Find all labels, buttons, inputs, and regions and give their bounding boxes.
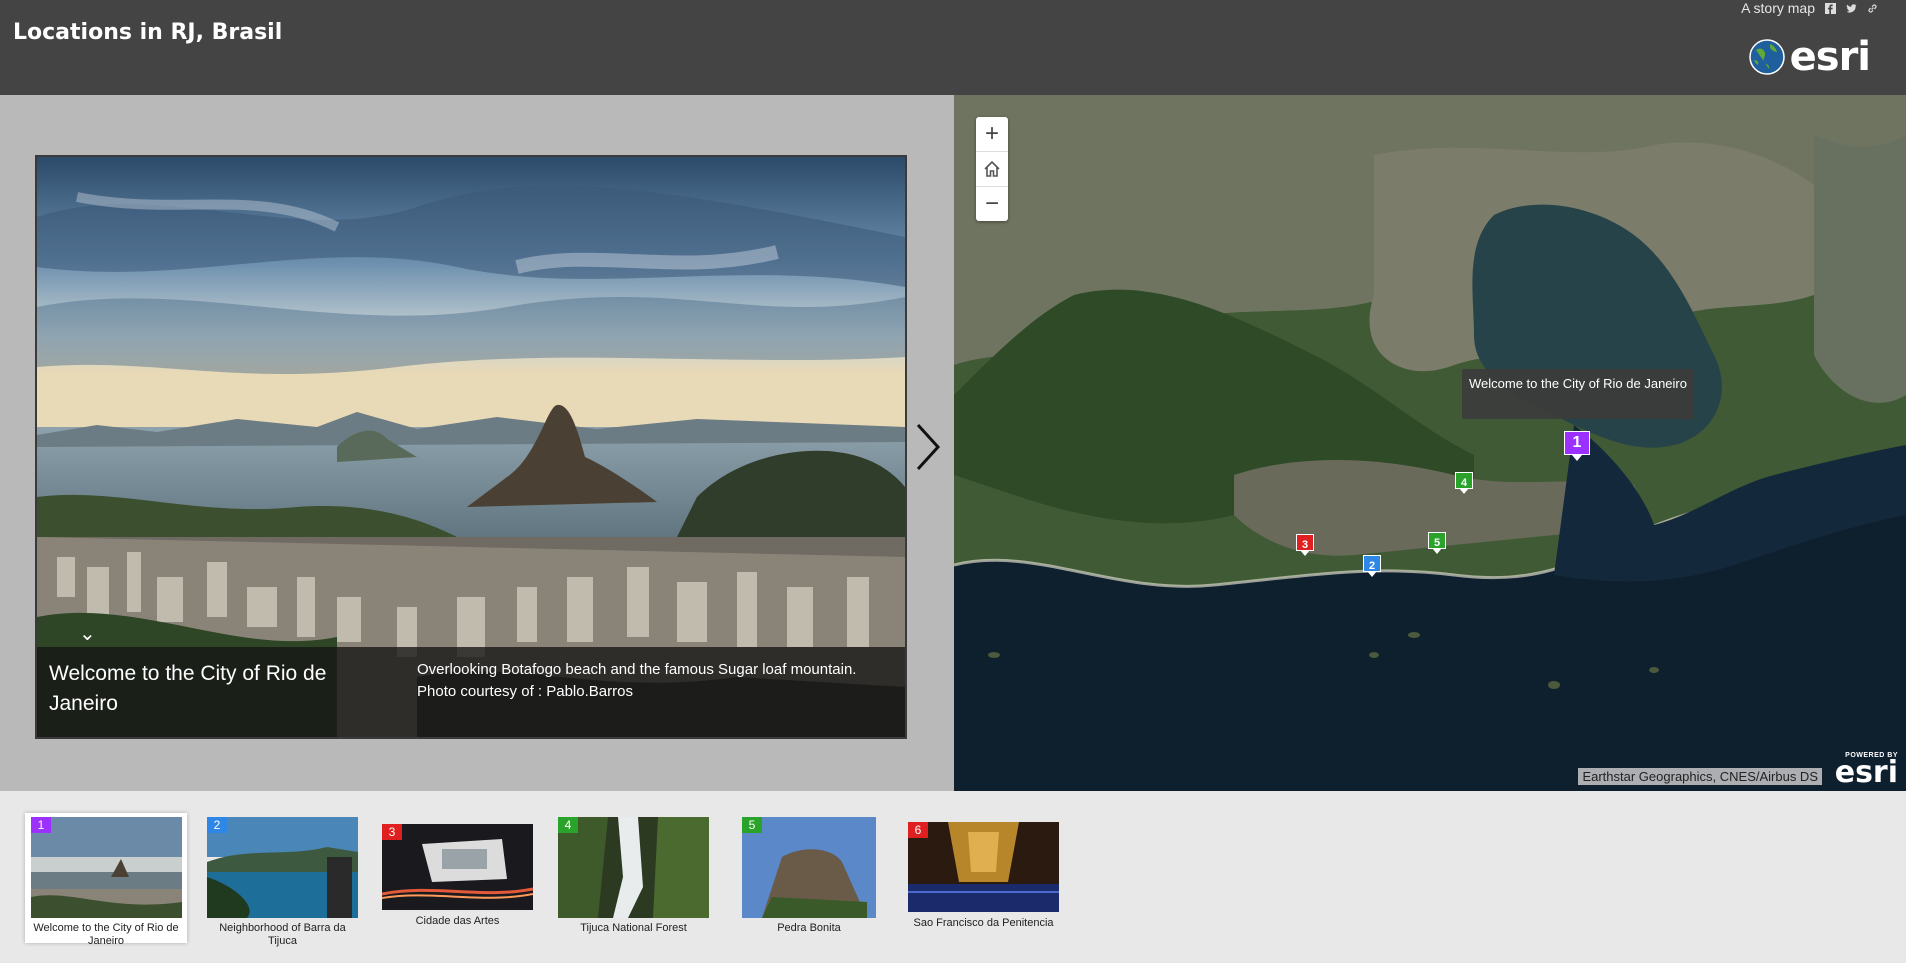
thumbnail-number-3: 3 — [382, 824, 402, 840]
map-pin-1-label: 1 — [1572, 434, 1582, 451]
thumbnail-label-6: Sao Francisco da Penitencia — [913, 917, 1054, 929]
globe-icon — [1748, 39, 1785, 75]
thumbnail-number-1: 1 — [31, 817, 51, 833]
map-pin-1[interactable]: 1 — [1564, 431, 1590, 461]
thumbnail-number-5: 5 — [742, 817, 762, 833]
thumbnail-item-2[interactable]: 2 Neighborhood of Barra da Tijuca — [207, 813, 358, 947]
home-button[interactable] — [976, 152, 1008, 187]
thumbnail-item-3[interactable]: 3 Cidade das Artes — [382, 813, 533, 943]
thumbnail-label-4: Tijuca National Forest — [580, 922, 687, 934]
zoom-controls: + − — [976, 117, 1008, 221]
zoom-out-button[interactable]: − — [976, 187, 1008, 221]
link-icon[interactable] — [1867, 3, 1878, 14]
caption-desc-line1: Overlooking Botafogo beach and the famou… — [417, 661, 857, 678]
esri-logo[interactable]: esri — [1748, 34, 1871, 80]
caption-title: Welcome to the City of Rio de Janeiro — [49, 662, 327, 715]
page-title: Locations in RJ, Brasil — [13, 20, 283, 45]
thumbnail-item-1[interactable]: 1 Welcome to the City of Rio de Janeiro — [25, 813, 187, 947]
main-photo: ⌄ Welcome to the City of Rio de Janeiro … — [35, 155, 907, 739]
thumbnail-image-5 — [742, 817, 876, 918]
map-pin-4[interactable]: 4 — [1455, 472, 1473, 494]
twitter-icon[interactable] — [1846, 3, 1857, 14]
thumbnail-image-3 — [382, 824, 533, 910]
map-pin-4-label: 4 — [1460, 477, 1468, 489]
thumbnail-item-4[interactable]: 4 Tijuca National Forest — [558, 813, 709, 943]
caption-description: Overlooking Botafogo beach and the famou… — [417, 659, 897, 703]
chevron-right-icon[interactable] — [910, 417, 946, 477]
map-tooltip: Welcome to the City of Rio de Janeiro — [1462, 369, 1694, 419]
storymap-links: A story map — [1741, 0, 1878, 16]
thumbnail-label-3: Cidade das Artes — [415, 915, 500, 927]
map-pin-2[interactable]: 2 — [1363, 555, 1381, 577]
powered-by-logo: esri — [1834, 755, 1898, 790]
chevron-down-icon[interactable]: ⌄ — [79, 621, 96, 646]
facebook-icon[interactable] — [1825, 2, 1836, 14]
zoom-in-button[interactable]: + — [976, 117, 1008, 152]
storymap-label[interactable]: A story map — [1741, 0, 1815, 16]
map-pin-5[interactable]: 5 — [1428, 532, 1446, 554]
media-panel: ⌄ Welcome to the City of Rio de Janeiro … — [0, 95, 954, 791]
thumbnail-number-4: 4 — [558, 817, 578, 833]
map-pin-2-label: 2 — [1368, 560, 1376, 572]
thumbnail-number-6: 6 — [908, 822, 928, 838]
thumbnail-label-2: Neighborhood of Barra da Tijuca — [219, 922, 346, 947]
thumbnail-image-1 — [31, 817, 182, 918]
caption-desc-line2: Photo courtesy of : Pablo.Barros — [417, 683, 633, 700]
thumbnail-item-6[interactable]: 6 Sao Francisco da Penitencia — [908, 813, 1059, 943]
satellite-basemap — [954, 95, 1906, 791]
esri-logo-text: esri — [1789, 34, 1871, 80]
header-bar: Locations in RJ, Brasil A story map esri — [0, 0, 1906, 95]
map-attribution: Earthstar Geographics, CNES/Airbus DS — [1578, 768, 1822, 785]
thumbnail-image-2 — [207, 817, 358, 918]
map-pin-3-label: 3 — [1301, 539, 1309, 551]
thumbnail-number-2: 2 — [207, 817, 227, 833]
thumbnail-image-4 — [558, 817, 709, 918]
thumbnail-image-6 — [908, 822, 1059, 912]
thumbnail-label-1: Welcome to the City of Rio de Janeiro — [33, 922, 179, 947]
powered-by-esri[interactable]: POWERED BY esri — [1834, 752, 1898, 790]
caption-panel: ⌄ Welcome to the City of Rio de Janeiro … — [37, 623, 905, 737]
map-pin-3[interactable]: 3 — [1296, 534, 1314, 556]
thumbnail-carousel: 1 Welcome to the City of Rio de Janeiro … — [0, 791, 1906, 963]
thumbnail-label-5: Pedra Bonita — [777, 922, 841, 934]
thumbnail-item-5[interactable]: 5 Pedra Bonita — [742, 813, 876, 943]
map-pin-5-label: 5 — [1433, 537, 1441, 549]
map-view[interactable]: + − Welcome to the City of Rio de Janeir… — [954, 95, 1906, 791]
home-icon — [984, 160, 1000, 177]
